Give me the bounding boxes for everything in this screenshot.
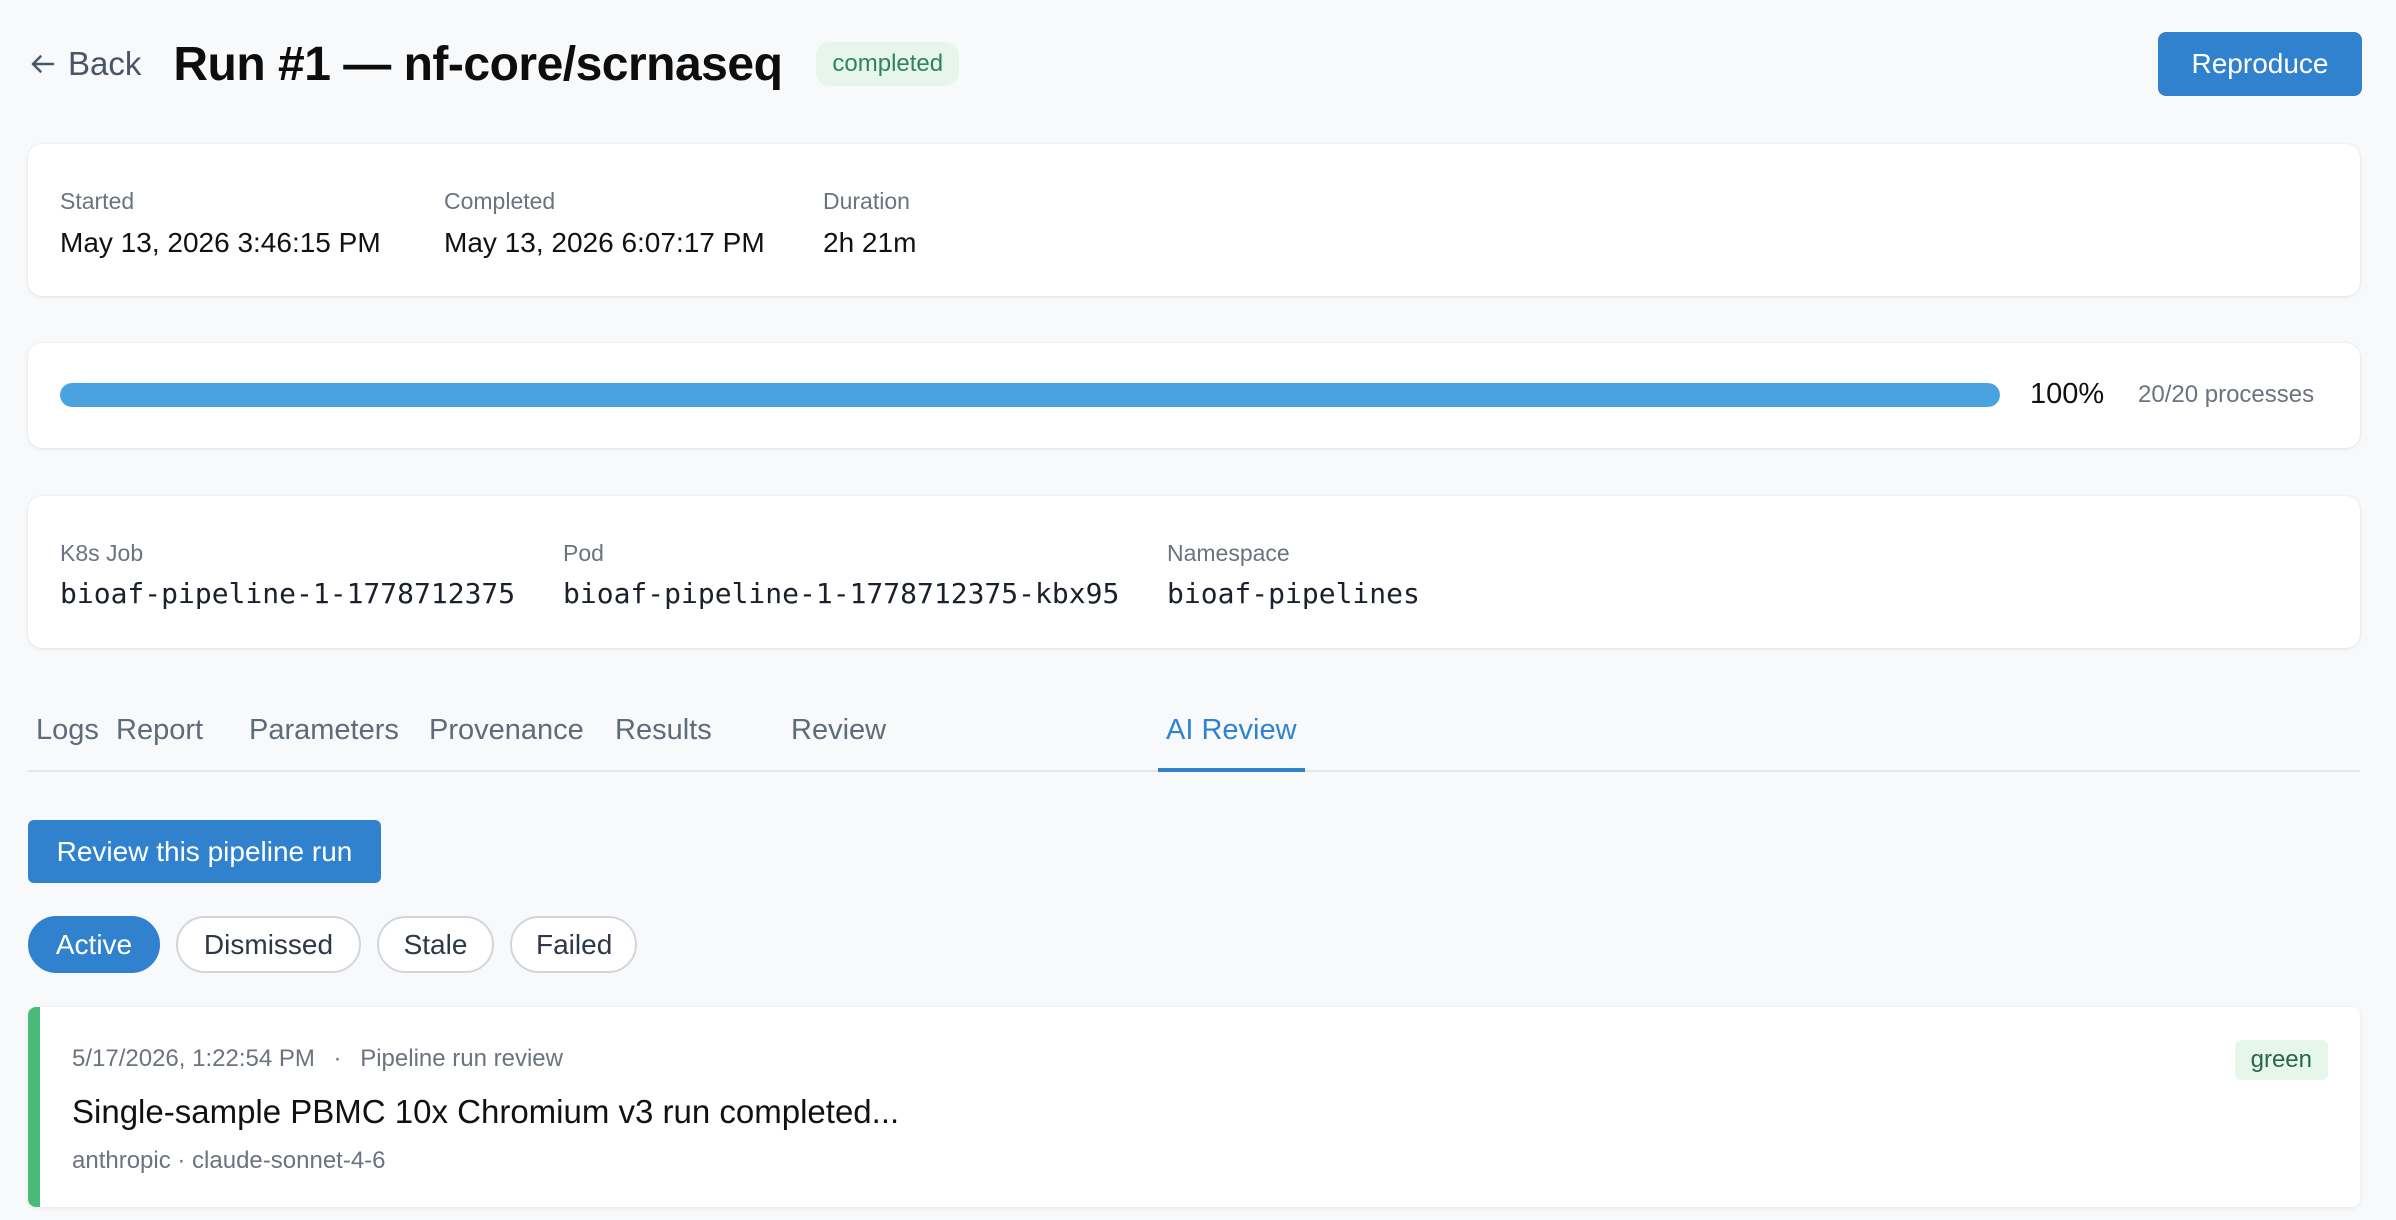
completed-field: Completed May 13, 2026 6:07:17 PM <box>444 188 765 259</box>
review-item[interactable]: 5/17/2026, 1:22:54 PM · Pipeline run rev… <box>28 1007 2360 1207</box>
back-label: Back <box>68 45 142 82</box>
filter-stale[interactable]: Stale <box>377 916 494 973</box>
k8s-job-field: K8s Job bioaf-pipeline-1-1778712375 <box>60 540 515 610</box>
progress-processes: 20/20 processes <box>2138 381 2315 408</box>
tab-ai-review[interactable]: AI Review <box>1158 700 1305 772</box>
namespace-label: Namespace <box>1167 540 1290 566</box>
page-header: Back Run #1 — nf-core/scrnaseq completed… <box>28 32 2362 96</box>
progress-bar <box>60 383 2000 407</box>
namespace-field: Namespace bioaf-pipelines <box>1167 540 1420 610</box>
tab-results[interactable]: Results <box>607 700 720 772</box>
duration-field: Duration 2h 21m <box>823 188 916 259</box>
completed-label: Completed <box>444 188 556 214</box>
filter-failed[interactable]: Failed <box>510 916 637 973</box>
timing-card: Started May 13, 2026 3:46:15 PM Complete… <box>28 144 2360 296</box>
review-title: Single-sample PBMC 10x Chromium v3 run c… <box>72 1093 900 1130</box>
review-run-button[interactable]: Review this pipeline run <box>28 820 381 883</box>
review-timestamp: 5/17/2026, 1:22:54 PM <box>72 1045 315 1072</box>
pod-value: bioaf-pipeline-1-1778712375-kbx95 <box>563 577 1120 610</box>
completed-value: May 13, 2026 6:07:17 PM <box>444 227 765 258</box>
review-meta-separator: · <box>333 1045 342 1072</box>
pod-label: Pod <box>563 540 604 566</box>
k8s-job-label: K8s Job <box>60 540 144 566</box>
tab-review[interactable]: Review <box>783 700 894 772</box>
k8s-card: K8s Job bioaf-pipeline-1-1778712375 Pod … <box>28 496 2360 648</box>
filter-active[interactable]: Active <box>28 916 160 973</box>
namespace-value: bioaf-pipelines <box>1167 577 1420 610</box>
review-status-stripe <box>28 1007 40 1207</box>
review-model: anthropic · claude-sonnet-4-6 <box>72 1147 386 1174</box>
tab-provenance[interactable]: Provenance <box>421 700 592 772</box>
tab-parameters[interactable]: Parameters <box>241 700 407 772</box>
arrow-left-icon <box>31 55 55 73</box>
back-link[interactable]: Back <box>28 45 141 83</box>
progress-fill <box>60 383 2000 407</box>
tab-bar: Logs Report Parameters Provenance Result… <box>28 700 2360 772</box>
k8s-job-value: bioaf-pipeline-1-1778712375 <box>60 577 516 610</box>
started-value: May 13, 2026 3:46:15 PM <box>60 227 381 258</box>
started-field: Started May 13, 2026 3:46:15 PM <box>60 188 381 259</box>
progress-card: 100% 20/20 processes <box>28 343 2360 448</box>
status-badge: completed <box>816 42 960 86</box>
duration-value: 2h 21m <box>823 227 917 258</box>
review-kind: Pipeline run review <box>360 1045 563 1072</box>
duration-label: Duration <box>823 188 910 214</box>
filter-dismissed[interactable]: Dismissed <box>176 916 361 973</box>
tab-logs[interactable]: Logs <box>28 700 107 772</box>
reproduce-button[interactable]: Reproduce <box>2158 32 2362 96</box>
pod-field: Pod bioaf-pipeline-1-1778712375-kbx95 <box>563 540 1119 610</box>
verdict-badge: green <box>2234 1040 2328 1080</box>
started-label: Started <box>60 188 135 214</box>
page-title: Run #1 — nf-core/scrnaseq <box>173 37 783 91</box>
tab-report[interactable]: Report <box>108 700 211 772</box>
progress-percent: 100% <box>2030 378 2105 410</box>
review-meta: 5/17/2026, 1:22:54 PM · Pipeline run rev… <box>72 1045 563 1073</box>
